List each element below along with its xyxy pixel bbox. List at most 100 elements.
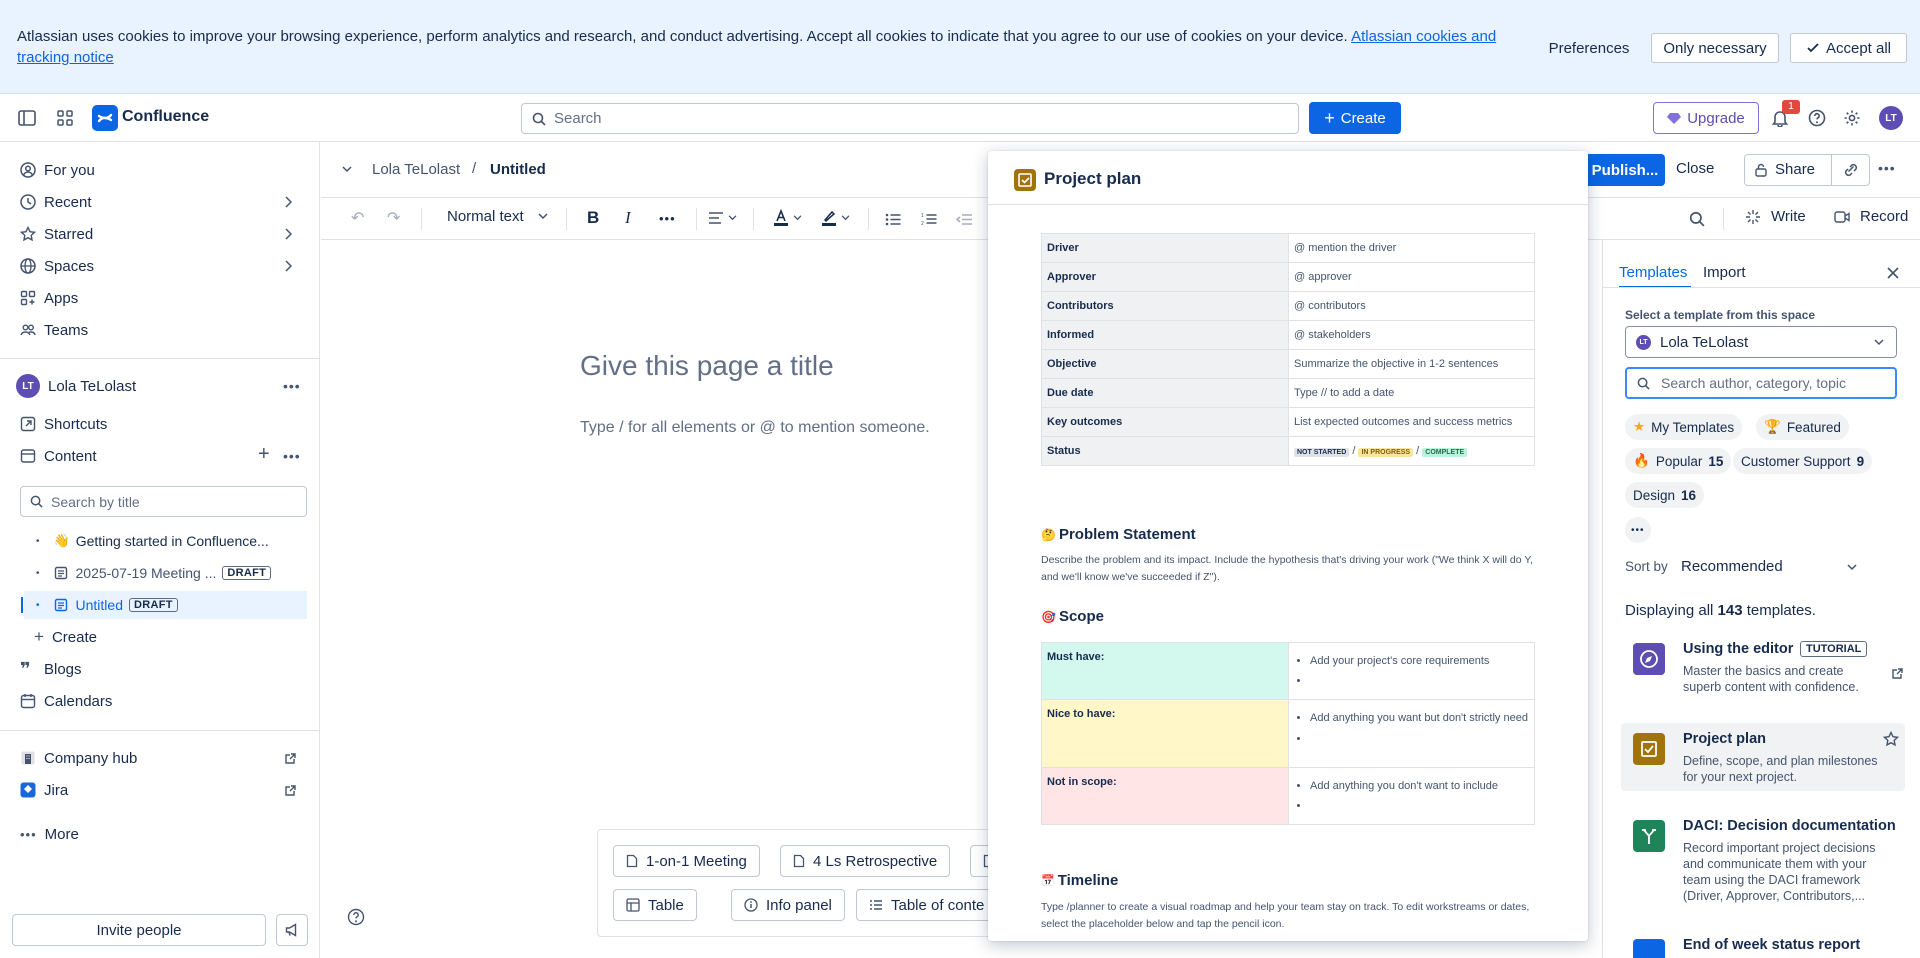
- sidebar-toggle-icon[interactable]: [18, 110, 36, 126]
- template-end-of-week[interactable]: End of week status report: [1621, 929, 1905, 958]
- text-style-dropdown[interactable]: Normal text: [447, 208, 548, 225]
- add-content-icon[interactable]: +: [258, 443, 270, 466]
- more-tags-button[interactable]: •••: [1625, 517, 1651, 543]
- user-avatar[interactable]: LT: [1879, 106, 1903, 130]
- tag-my-templates[interactable]: ★ My Templates: [1625, 414, 1743, 440]
- preview-header: Project plan: [988, 151, 1588, 205]
- cookie-text: Atlassian uses cookies to improve your b…: [17, 26, 1532, 68]
- chip-info-panel[interactable]: Info panel: [731, 889, 845, 921]
- page-title-input[interactable]: Give this page a title: [580, 350, 834, 382]
- sidebar-item-starred[interactable]: Starred: [20, 222, 93, 246]
- external-link-icon[interactable]: [284, 752, 297, 765]
- chevron-down-icon[interactable]: [342, 166, 352, 173]
- status-separator: /: [1352, 445, 1356, 457]
- sidebar-item-more[interactable]: ••• More: [20, 822, 79, 846]
- template-daci[interactable]: DACI: Decision documentation Record impo…: [1621, 810, 1905, 910]
- create-button[interactable]: + Create: [1309, 102, 1401, 134]
- tree-item-meeting[interactable]: • 2025-07-19 Meeting ... DRAFT: [24, 559, 307, 587]
- redo-icon[interactable]: ↷: [387, 208, 400, 228]
- tag-popular[interactable]: 🔥 Popular 15: [1625, 448, 1732, 474]
- ai-write-button[interactable]: Write: [1745, 208, 1806, 225]
- sidebar-item-shortcuts[interactable]: Shortcuts: [20, 412, 107, 436]
- record-button[interactable]: Record: [1834, 208, 1908, 225]
- tab-import[interactable]: Import: [1703, 264, 1746, 281]
- chip-1on1-meeting[interactable]: 1-on-1 Meeting: [613, 845, 760, 877]
- tag-design[interactable]: Design 16: [1625, 482, 1705, 508]
- sidebar-item-calendars[interactable]: Calendars: [20, 689, 112, 713]
- template-using-the-editor[interactable]: Using the editor TUTORIAL Master the bas…: [1621, 633, 1905, 703]
- close-icon[interactable]: [1887, 267, 1899, 279]
- sidebar-item-company-hub[interactable]: Company hub: [20, 746, 137, 770]
- chip-4ls-retrospective[interactable]: 4 Ls Retrospective: [780, 845, 951, 877]
- content-more-icon[interactable]: •••: [283, 448, 301, 464]
- sidebar-item-content[interactable]: Content: [20, 444, 97, 468]
- timeline-heading-text: Timeline: [1057, 872, 1119, 889]
- tag-customer-support[interactable]: Customer Support 9: [1733, 448, 1873, 474]
- text-color-dropdown[interactable]: [773, 209, 802, 227]
- confluence-logo-icon[interactable]: [92, 105, 118, 131]
- tree-item-getting-started[interactable]: • 👋 Getting started in Confluence...: [24, 527, 307, 555]
- more-actions-icon[interactable]: •••: [1878, 160, 1896, 176]
- undo-icon[interactable]: ↶: [351, 208, 364, 228]
- search-icon: [532, 112, 546, 126]
- template-title: End of week status report: [1683, 937, 1861, 953]
- chevron-right-icon[interactable]: [284, 228, 292, 240]
- app-switcher-icon[interactable]: [56, 109, 74, 127]
- chevron-right-icon[interactable]: [284, 260, 292, 272]
- chevron-right-icon[interactable]: [284, 196, 292, 208]
- find-icon[interactable]: [1689, 211, 1705, 227]
- sort-dropdown[interactable]: Recommended: [1681, 552, 1867, 582]
- space-more-icon[interactable]: •••: [283, 378, 301, 394]
- sidebar-item-recent[interactable]: Recent: [20, 190, 92, 214]
- publish-button[interactable]: Publish...: [1585, 154, 1665, 186]
- link-icon[interactable]: [1843, 163, 1859, 177]
- bold-icon[interactable]: B: [587, 208, 599, 228]
- sidebar-search-input[interactable]: Search by title: [20, 486, 307, 517]
- feedback-button[interactable]: [276, 914, 308, 946]
- external-link-icon[interactable]: [1891, 667, 1904, 680]
- breadcrumb-page[interactable]: Untitled: [490, 161, 546, 178]
- outdent-icon[interactable]: [956, 213, 972, 226]
- preferences-button[interactable]: Preferences: [1542, 33, 1636, 63]
- share-button[interactable]: Share: [1755, 161, 1815, 178]
- tag-featured[interactable]: 🏆 Featured: [1756, 414, 1849, 440]
- sidebar-item-teams[interactable]: Teams: [20, 318, 88, 342]
- tree-item-untitled[interactable]: • Untitled DRAFT: [21, 591, 307, 619]
- tab-templates[interactable]: Templates: [1619, 264, 1687, 281]
- help-icon[interactable]: [1808, 109, 1826, 127]
- preview-info-row: Driver @ mention the driver: [1041, 233, 1535, 263]
- space-select[interactable]: LT Lola TeLolast: [1625, 326, 1897, 358]
- space-header[interactable]: LT Lola TeLolast: [16, 374, 136, 398]
- italic-icon[interactable]: I: [625, 208, 631, 228]
- accept-all-button[interactable]: Accept all: [1790, 33, 1907, 63]
- page-body-input[interactable]: Type / for all elements or @ to mention …: [580, 419, 930, 437]
- star-icon[interactable]: [1883, 731, 1899, 747]
- help-icon[interactable]: [347, 908, 365, 926]
- numbered-list-icon[interactable]: 12: [921, 212, 937, 226]
- more-formatting-icon[interactable]: •••: [659, 211, 676, 226]
- close-button[interactable]: Close: [1676, 160, 1714, 177]
- external-link-icon[interactable]: [284, 784, 297, 797]
- alignment-dropdown[interactable]: [708, 211, 737, 225]
- sidebar-item-for-you[interactable]: For you: [20, 158, 95, 182]
- sidebar-item-blogs[interactable]: ❞ Blogs: [20, 657, 82, 681]
- diamond-icon: [1667, 112, 1682, 124]
- brand-name[interactable]: Confluence: [122, 108, 209, 126]
- template-project-plan[interactable]: Project plan Define, scope, and plan mil…: [1621, 723, 1905, 791]
- highlight-dropdown[interactable]: [821, 209, 850, 227]
- settings-gear-icon[interactable]: [1843, 109, 1861, 127]
- chip-table[interactable]: Table: [613, 889, 697, 921]
- tree-create-button[interactable]: + Create: [34, 625, 97, 649]
- sidebar-item-spaces[interactable]: Spaces: [20, 254, 94, 278]
- breadcrumb-space[interactable]: Lola TeLolast: [372, 161, 460, 178]
- upgrade-button[interactable]: Upgrade: [1653, 102, 1759, 134]
- info-icon: [744, 898, 758, 912]
- global-search-input[interactable]: Search: [521, 103, 1299, 134]
- sidebar-item-apps[interactable]: Apps: [20, 286, 78, 310]
- only-necessary-button[interactable]: Only necessary: [1651, 33, 1779, 63]
- invite-people-button[interactable]: Invite people: [12, 914, 266, 946]
- template-search-input[interactable]: Search author, category, topic: [1625, 367, 1897, 399]
- chevron-down-icon: [728, 215, 737, 221]
- bullet-list-icon[interactable]: [885, 213, 901, 226]
- sidebar-item-jira[interactable]: Jira: [20, 778, 68, 802]
